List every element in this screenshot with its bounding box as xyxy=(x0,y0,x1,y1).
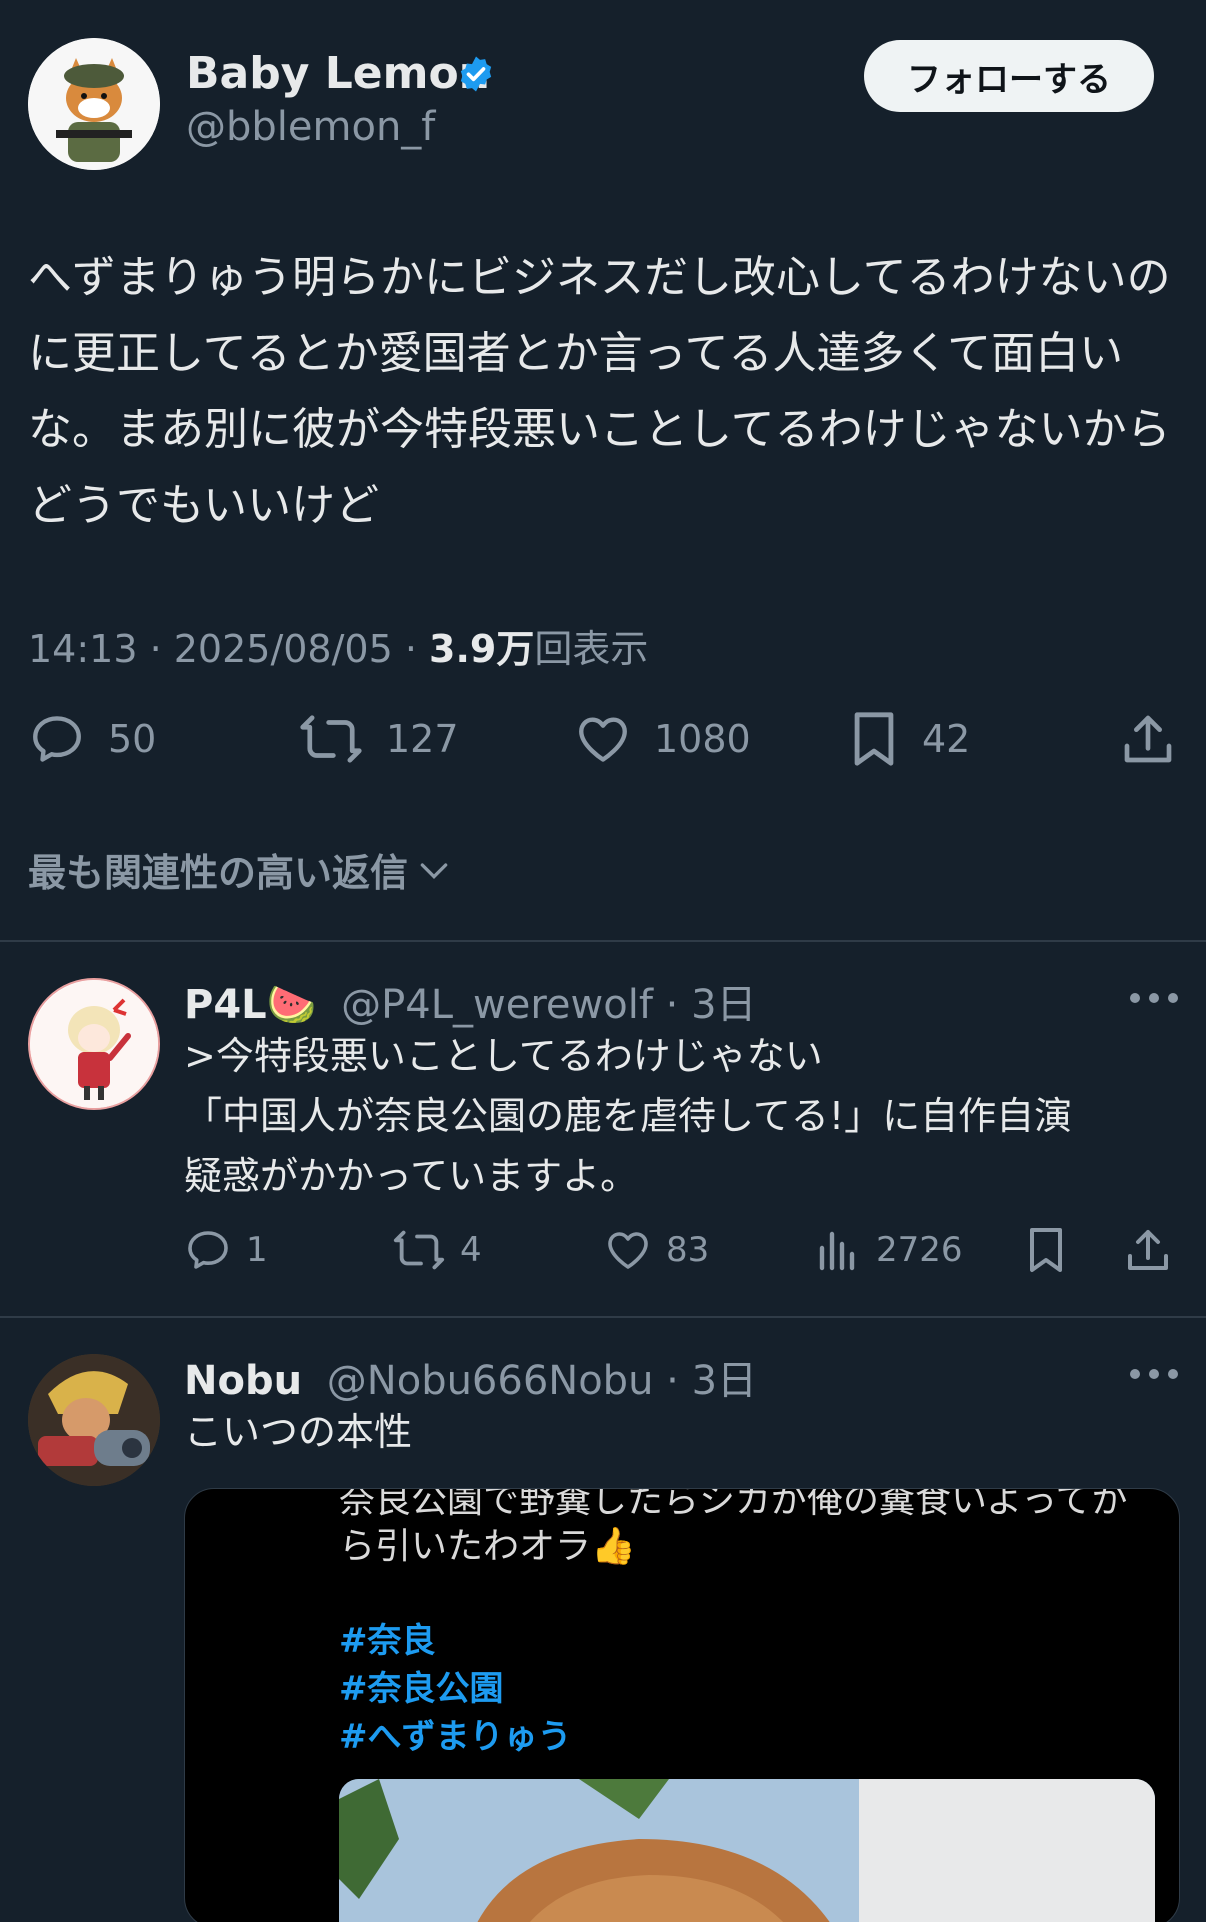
retweet-icon xyxy=(393,1230,445,1270)
views-count: 3.9万 xyxy=(429,627,535,671)
reply-retweet-button[interactable]: 4 xyxy=(392,1226,482,1274)
follow-button[interactable]: フォローする xyxy=(864,40,1154,112)
reply-reply-button[interactable]: 1 xyxy=(184,1226,268,1274)
retweet-icon xyxy=(300,715,362,763)
bookmark-icon xyxy=(1030,1228,1062,1272)
reply-author-name[interactable]: P4L🍉 xyxy=(184,982,316,1028)
reply-avatar[interactable] xyxy=(28,978,160,1110)
hashtag-link[interactable]: #奈良 xyxy=(339,1613,436,1662)
retweet-count: 127 xyxy=(386,717,459,761)
reply-share-button[interactable] xyxy=(1124,1226,1172,1274)
bookmark-count: 42 xyxy=(922,717,971,761)
reply-count: 50 xyxy=(108,717,157,761)
reply-button[interactable]: 50 xyxy=(28,710,156,768)
hashtag-link[interactable]: #へずまりゅう xyxy=(339,1709,572,1758)
media-photo[interactable] xyxy=(339,1779,1155,1922)
views-count: 2726 xyxy=(876,1230,963,1270)
share-button[interactable] xyxy=(1120,710,1176,768)
reply-author-name[interactable]: Nobu xyxy=(184,1358,302,1404)
reply-text: >今特段悪いことしてるわけじゃない 「中国人が奈良公園の鹿を虐待してる!」に自作… xyxy=(184,1026,1184,1206)
reply-count: 1 xyxy=(246,1230,268,1270)
views-chart-icon xyxy=(819,1231,855,1271)
like-count: 1080 xyxy=(654,717,751,761)
reply-timestamp[interactable]: · 3日 xyxy=(666,982,757,1028)
tweet-actions: 50 127 1080 42 xyxy=(28,710,1178,780)
reply-avatar[interactable] xyxy=(28,1354,160,1486)
reply-bookmark-button[interactable] xyxy=(1024,1226,1068,1274)
reply-sort-label: 最も関連性の高い返信 xyxy=(28,851,409,895)
reply-author-handle[interactable]: @P4L_werewolf xyxy=(341,982,653,1028)
reply-text: こいつの本性 xyxy=(184,1410,413,1454)
reply-media[interactable]: 奈良公園で野糞したらシカが俺の糞食いよってか ら引いたわオラ👍 #奈良 #奈良公… xyxy=(184,1488,1180,1922)
more-options-icon[interactable] xyxy=(1130,1364,1178,1384)
views-label: 回表示 xyxy=(534,627,649,671)
reply-like-button[interactable]: 83 xyxy=(604,1226,709,1274)
hashtag-link[interactable]: #奈良公園 xyxy=(339,1661,504,1710)
tweet-timestamp[interactable]: 14:13 · 2025/08/05 · xyxy=(28,627,429,671)
reply-sort-dropdown[interactable]: 最も関連性の高い返信 xyxy=(28,842,454,897)
reply-text-line: 「中国人が奈良公園の鹿を虐待してる!」に自作自演 xyxy=(184,1094,1073,1138)
tweet-text: へずまりゅう明らかにビジネスだし改心してるわけないのに更正してるとか愛国者とか言… xyxy=(28,252,1171,531)
tweet-meta: 14:13 · 2025/08/05 · 3.9万回表示 xyxy=(28,618,648,673)
divider xyxy=(0,1316,1206,1318)
reply-icon xyxy=(188,1231,228,1269)
chevron-down-icon xyxy=(420,862,448,879)
retweet-count: 4 xyxy=(460,1230,482,1270)
like-count: 83 xyxy=(666,1230,710,1270)
heart-icon xyxy=(608,1232,648,1269)
reply-icon xyxy=(33,716,81,762)
share-icon xyxy=(1128,1230,1168,1270)
reply-header: P4L🍉 @P4L_werewolf · 3日 xyxy=(184,972,757,1030)
reply-text-line: >今特段悪いことしてるわけじゃない xyxy=(184,1034,823,1078)
retweet-button[interactable]: 127 xyxy=(298,710,459,768)
divider xyxy=(0,940,1206,942)
reply-header: Nobu @Nobu666Nobu · 3日 xyxy=(184,1348,757,1406)
author-name[interactable]: Baby Lemon xyxy=(186,48,490,99)
share-icon xyxy=(1124,715,1172,763)
author-avatar[interactable] xyxy=(28,38,160,170)
like-button[interactable]: 1080 xyxy=(574,710,751,768)
author-handle[interactable]: @bblemon_f xyxy=(186,104,435,150)
bookmark-icon xyxy=(854,712,894,766)
media-text-line: ら引いたわオラ👍 xyxy=(339,1526,636,1567)
reply-timestamp[interactable]: · 3日 xyxy=(666,1358,757,1404)
bookmark-button[interactable]: 42 xyxy=(848,710,970,768)
verified-badge-icon xyxy=(456,54,496,94)
reply-views-button[interactable]: 2726 xyxy=(814,1226,963,1274)
reply-author-handle[interactable]: @Nobu666Nobu xyxy=(327,1358,654,1404)
heart-icon xyxy=(579,717,627,762)
reply-text-line: 疑惑がかかっていますよ。 xyxy=(184,1154,639,1198)
more-options-icon[interactable] xyxy=(1130,988,1178,1008)
